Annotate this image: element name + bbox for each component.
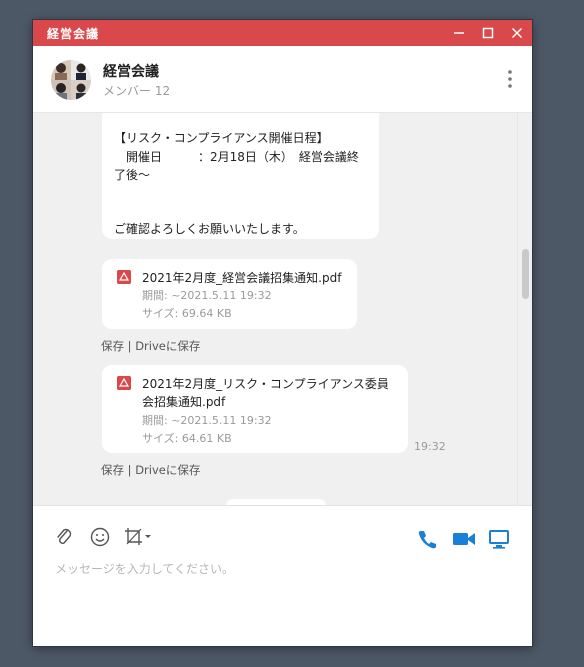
- drive-save-link[interactable]: Driveに保存: [135, 463, 200, 477]
- crop-icon[interactable]: [123, 526, 153, 548]
- minimize-button[interactable]: [445, 20, 473, 46]
- maximize-icon: [482, 27, 494, 39]
- close-button[interactable]: [503, 20, 531, 46]
- group-avatar[interactable]: [51, 60, 91, 100]
- scrollbar-track[interactable]: [517, 113, 532, 505]
- drive-save-link[interactable]: Driveに保存: [135, 339, 200, 353]
- separator: |: [127, 339, 132, 353]
- message-input[interactable]: [53, 556, 517, 582]
- message-line: 開催日 ：2月18日（木） 経営会議終: [114, 150, 359, 164]
- save-link[interactable]: 保存: [101, 339, 124, 353]
- file-size: サイズ: 64.61 KB: [142, 432, 232, 445]
- title-bar[interactable]: 経営会議: [33, 20, 532, 46]
- file-size: サイズ: 69.64 KB: [142, 307, 232, 320]
- file-expiry: 期間: ~2021.5.11 19:32: [142, 414, 272, 427]
- file-expiry: 期間: ~2021.5.11 19:32: [142, 289, 272, 302]
- composer: [33, 505, 532, 646]
- screen-share-icon[interactable]: [488, 528, 510, 550]
- close-icon: [511, 27, 523, 39]
- pdf-file-icon: [117, 376, 131, 390]
- file-name[interactable]: 2021年2月度_経営会議招集通知.pdf: [142, 269, 341, 287]
- maximize-button[interactable]: [474, 20, 502, 46]
- file-actions: 保存 | Driveに保存: [101, 462, 200, 478]
- text-message-bubble: 【リスク・コンプライアンス開催日程】 開催日 ：2月18日（木） 経営会議終 了…: [102, 113, 379, 239]
- phone-icon[interactable]: [416, 528, 438, 550]
- minimize-icon: [454, 32, 464, 34]
- message-time: 19:32: [414, 440, 446, 453]
- file-attachment[interactable]: 2021年2月度_経営会議招集通知.pdf 期間: ~2021.5.11 19:…: [102, 259, 357, 329]
- chat-header: 経営会議 メンバー 12: [33, 46, 532, 113]
- message-list[interactable]: 【リスク・コンプライアンス開催日程】 開催日 ：2月18日（木） 経営会議終 了…: [33, 113, 532, 505]
- file-name[interactable]: 2021年2月度_リスク・コンプライアンス委員: [142, 375, 389, 393]
- more-options-icon[interactable]: [504, 68, 516, 90]
- message-line: 【リスク・コンプライアンス開催日程】: [114, 131, 329, 145]
- message-line: ご確認よろしくお願いいたします。: [114, 222, 305, 236]
- file-attachment[interactable]: 2021年2月度_リスク・コンプライアンス委員 会招集通知.pdf 期間: ~2…: [102, 365, 408, 453]
- file-actions: 保存 | Driveに保存: [101, 338, 200, 354]
- pdf-file-icon: [117, 270, 131, 284]
- chat-window: 経営会議 経営会議 メンバー 12 【リスク・コンプライアンス開催日程】 開催日…: [33, 20, 532, 646]
- chat-name: 経営会議: [103, 64, 159, 80]
- scrollbar-thumb[interactable]: [522, 249, 529, 299]
- file-name-line2[interactable]: 会招集通知.pdf: [142, 393, 225, 411]
- member-count[interactable]: メンバー 12: [103, 82, 170, 99]
- emoji-icon[interactable]: [89, 526, 111, 548]
- save-link[interactable]: 保存: [101, 463, 124, 477]
- paperclip-icon[interactable]: [53, 526, 75, 548]
- message-line: 了後～: [114, 168, 151, 182]
- separator: |: [127, 463, 132, 477]
- video-call-icon[interactable]: [452, 530, 476, 548]
- window-title: 経営会議: [47, 27, 100, 41]
